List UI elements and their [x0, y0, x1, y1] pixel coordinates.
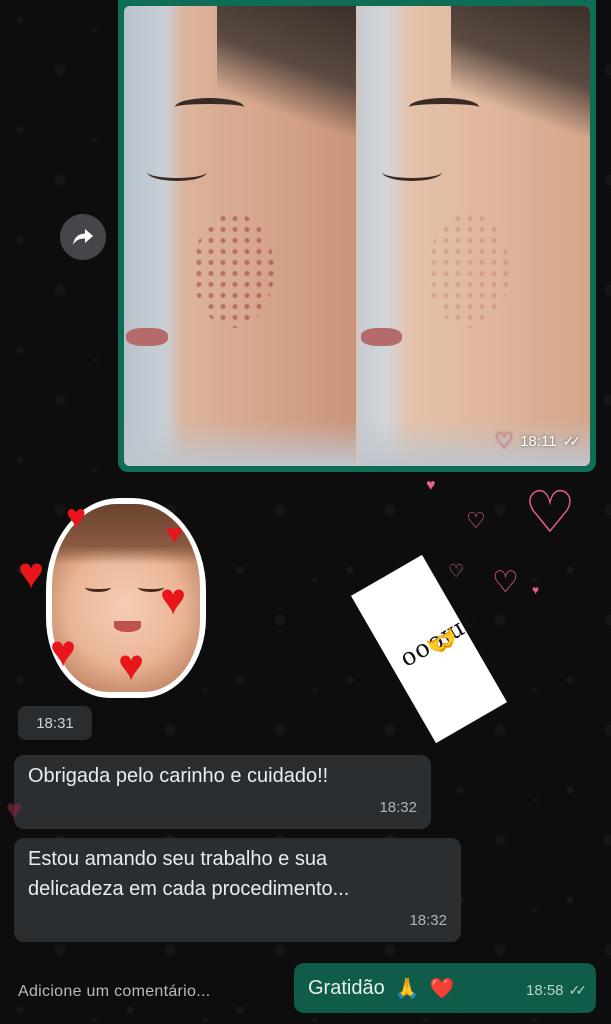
incoming-message[interactable]: Obrigada pelo carinho e cuidado!! 18:32: [14, 755, 431, 829]
heart-outline-icon: ♡: [448, 561, 465, 581]
sticker-timestamp: 18:31: [18, 706, 92, 740]
heart-icon: ♥: [66, 498, 87, 536]
comment-bar: Adicione um comentário...: [0, 960, 611, 1024]
forward-icon: [73, 229, 93, 245]
message-text-line: delicadeza em cada procedimento...: [28, 878, 350, 900]
heart-icon: ♥: [426, 477, 436, 494]
forward-button[interactable]: [60, 214, 106, 260]
message-time: 18:32: [409, 912, 447, 929]
message-text-line: Estou amando seu trabalho e sua: [28, 848, 328, 870]
heart-icon: ♥: [50, 627, 77, 676]
double-check-icon: ✓✓: [562, 432, 582, 449]
heart-icon: ♥: [118, 641, 145, 690]
hands-heart-icon: 🫶: [421, 621, 463, 662]
heart-icon: ♥: [6, 794, 23, 825]
heart-outline-icon: ♡: [524, 480, 576, 545]
heart-icon: ♥: [18, 549, 45, 598]
comment-input[interactable]: Adicione um comentário...: [18, 983, 210, 1001]
image-message[interactable]: ♡ 18:11 ✓✓: [118, 0, 596, 472]
image-time: 18:11: [520, 432, 557, 450]
photo-before: [124, 6, 356, 466]
heart-icon: ♥: [160, 575, 187, 624]
heart-outline-icon: ♡: [466, 508, 486, 533]
heart-outline-icon: ♡: [492, 566, 519, 599]
before-after-photo[interactable]: ♡ 18:11 ✓✓: [124, 6, 590, 466]
heart-icon: ♥: [166, 518, 183, 549]
incoming-message[interactable]: Estou amando seu trabalho e sua delicade…: [14, 838, 461, 942]
heart-icon: ♥: [532, 583, 540, 597]
heart-outline-icon: ♡: [494, 428, 515, 453]
photo-after: [358, 6, 590, 466]
message-text: Obrigada pelo carinho e cuidado!!: [28, 765, 329, 787]
image-timestamp: ♡ 18:11 ✓✓: [494, 428, 582, 453]
message-time: 18:32: [379, 799, 417, 816]
